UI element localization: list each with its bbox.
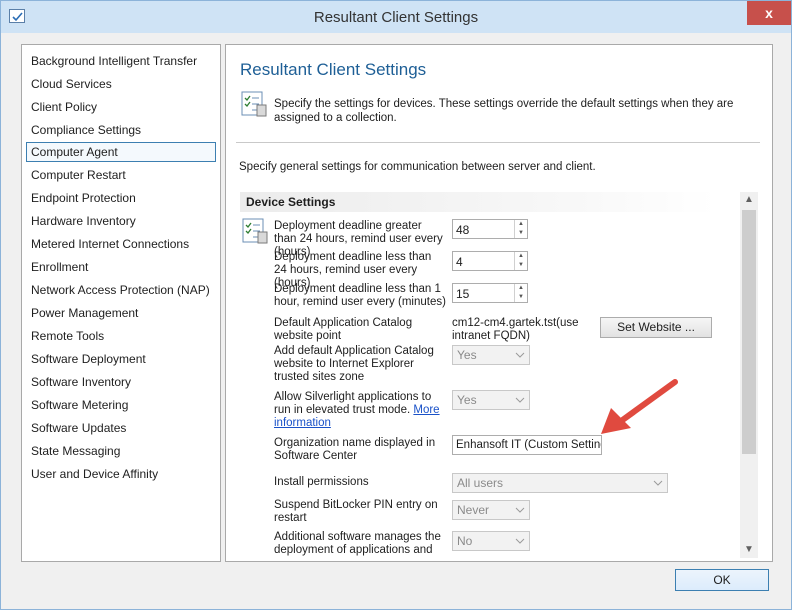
deadline-lt24-value: 4 [456, 255, 463, 269]
scrollbar-thumb[interactable] [742, 210, 756, 454]
chevron-down-icon [515, 397, 525, 403]
additional-software-value: No [457, 534, 473, 548]
catalog-point-value: cm12-cm4.gartek.tst(use intranet FQDN) [452, 317, 579, 342]
sidebar-item-client-policy[interactable]: Client Policy [26, 97, 216, 117]
sidebar-item-remote-tools[interactable]: Remote Tools [26, 326, 216, 346]
sidebar-item-computer-restart[interactable]: Computer Restart [26, 165, 216, 185]
install-permissions-value: All users [457, 476, 504, 490]
bitlocker-select[interactable]: Never [452, 500, 530, 520]
spinner-arrows: ▲ ▼ [514, 220, 527, 238]
additional-software-select[interactable]: No [452, 531, 530, 551]
spinner-arrows: ▲ ▼ [514, 284, 527, 302]
sidebar-item-state-messaging[interactable]: State Messaging [26, 441, 216, 461]
chevron-down-icon[interactable]: ▼ [515, 293, 527, 302]
bitlocker-value: Never [457, 503, 490, 517]
silverlight-value: Yes [457, 393, 477, 407]
close-button[interactable]: x [747, 1, 791, 25]
section-header-device-settings: Device Settings [240, 192, 716, 212]
chevron-down-icon [515, 507, 525, 513]
deadline-lt1-spinner[interactable]: 15 ▲ ▼ [452, 283, 528, 303]
page-title: Resultant Client Settings [240, 60, 427, 79]
trusted-zone-select[interactable]: Yes [452, 345, 530, 365]
chevron-down-icon [653, 480, 663, 486]
org-name-label: Organization name displayed in Software … [274, 437, 436, 462]
divider [236, 142, 760, 143]
settings-scrollbar[interactable]: ▲ ▼ [740, 192, 758, 558]
org-name-input[interactable]: Enhansoft IT (Custom Settings) [452, 435, 602, 455]
page-description: Specify the settings for devices. These … [274, 98, 734, 124]
trusted-zone-label: Add default Application Catalog website … [274, 345, 434, 383]
deadline-lt1-value: 15 [456, 287, 470, 301]
sidebar-item-metered-internet-connections[interactable]: Metered Internet Connections [26, 234, 216, 254]
chevron-down-icon[interactable]: ▼ [740, 542, 758, 558]
sidebar-item-power-management[interactable]: Power Management [26, 303, 216, 323]
sidebar-item-background-intelligent-transfer[interactable]: Background Intelligent Transfer [26, 51, 216, 71]
chevron-down-icon [515, 538, 525, 544]
ok-button[interactable]: OK [675, 569, 769, 591]
chevron-up-icon[interactable]: ▲ [740, 192, 758, 208]
additional-software-label: Additional software manages the deployme… [274, 531, 441, 556]
set-website-button[interactable]: Set Website ... [600, 317, 712, 338]
sidebar-item-hardware-inventory[interactable]: Hardware Inventory [26, 211, 216, 231]
sidebar-item-enrollment[interactable]: Enrollment [26, 257, 216, 277]
deadline-lt24-spinner[interactable]: 4 ▲ ▼ [452, 251, 528, 271]
title-bar: Resultant Client Settings x [1, 1, 791, 33]
sidebar-item-network-access-protection[interactable]: Network Access Protection (NAP) [26, 280, 216, 300]
sidebar-item-compliance-settings[interactable]: Compliance Settings [26, 120, 216, 140]
checklist-icon [242, 218, 268, 244]
silverlight-label: Allow Silverlight applications to run in… [274, 391, 446, 430]
deadline-gt24-value: 48 [456, 223, 470, 237]
spinner-arrows: ▲ ▼ [514, 252, 527, 270]
settings-category-list: Background Intelligent Transfer Cloud Se… [21, 44, 221, 562]
sidebar-item-endpoint-protection[interactable]: Endpoint Protection [26, 188, 216, 208]
sidebar-item-software-metering[interactable]: Software Metering [26, 395, 216, 415]
checklist-icon [241, 91, 267, 117]
sidebar-item-cloud-services[interactable]: Cloud Services [26, 74, 216, 94]
sidebar-item-user-and-device-affinity[interactable]: User and Device Affinity [26, 464, 216, 484]
trusted-zone-value: Yes [457, 348, 477, 362]
chevron-down-icon[interactable]: ▼ [515, 229, 527, 238]
deadline-gt24-spinner[interactable]: 48 ▲ ▼ [452, 219, 528, 239]
chevron-down-icon [515, 352, 525, 358]
settings-detail-pane: Resultant Client Settings Specify the se… [225, 44, 773, 562]
sidebar-item-software-updates[interactable]: Software Updates [26, 418, 216, 438]
silverlight-select[interactable]: Yes [452, 390, 530, 410]
window-title: Resultant Client Settings [313, 9, 479, 26]
chevron-down-icon[interactable]: ▼ [515, 261, 527, 270]
annotation-arrow-icon [601, 379, 678, 434]
close-icon: x [765, 5, 773, 21]
sidebar-item-computer-agent[interactable]: Computer Agent [26, 142, 216, 162]
bitlocker-label: Suspend BitLocker PIN entry on restart [274, 499, 438, 524]
sidebar-item-software-inventory[interactable]: Software Inventory [26, 372, 216, 392]
catalog-point-label: Default Application Catalog website poin… [274, 317, 413, 342]
deadline-lt1-label: Deployment deadline less than 1 hour, re… [274, 283, 446, 308]
general-description: Specify general settings for communicati… [239, 161, 596, 173]
device-settings-panel: Device Settings Deployment deadline grea… [240, 192, 758, 557]
chevron-up-icon[interactable]: ▲ [515, 220, 527, 229]
sidebar-item-software-deployment[interactable]: Software Deployment [26, 349, 216, 369]
install-permissions-label: Install permissions [274, 476, 369, 488]
install-permissions-select[interactable]: All users [452, 473, 668, 493]
silverlight-label-text: Allow Silverlight applications to run in… [274, 391, 432, 416]
dialog-window: Resultant Client Settings x Background I… [0, 0, 792, 610]
chevron-up-icon[interactable]: ▲ [515, 284, 527, 293]
chevron-up-icon[interactable]: ▲ [515, 252, 527, 261]
